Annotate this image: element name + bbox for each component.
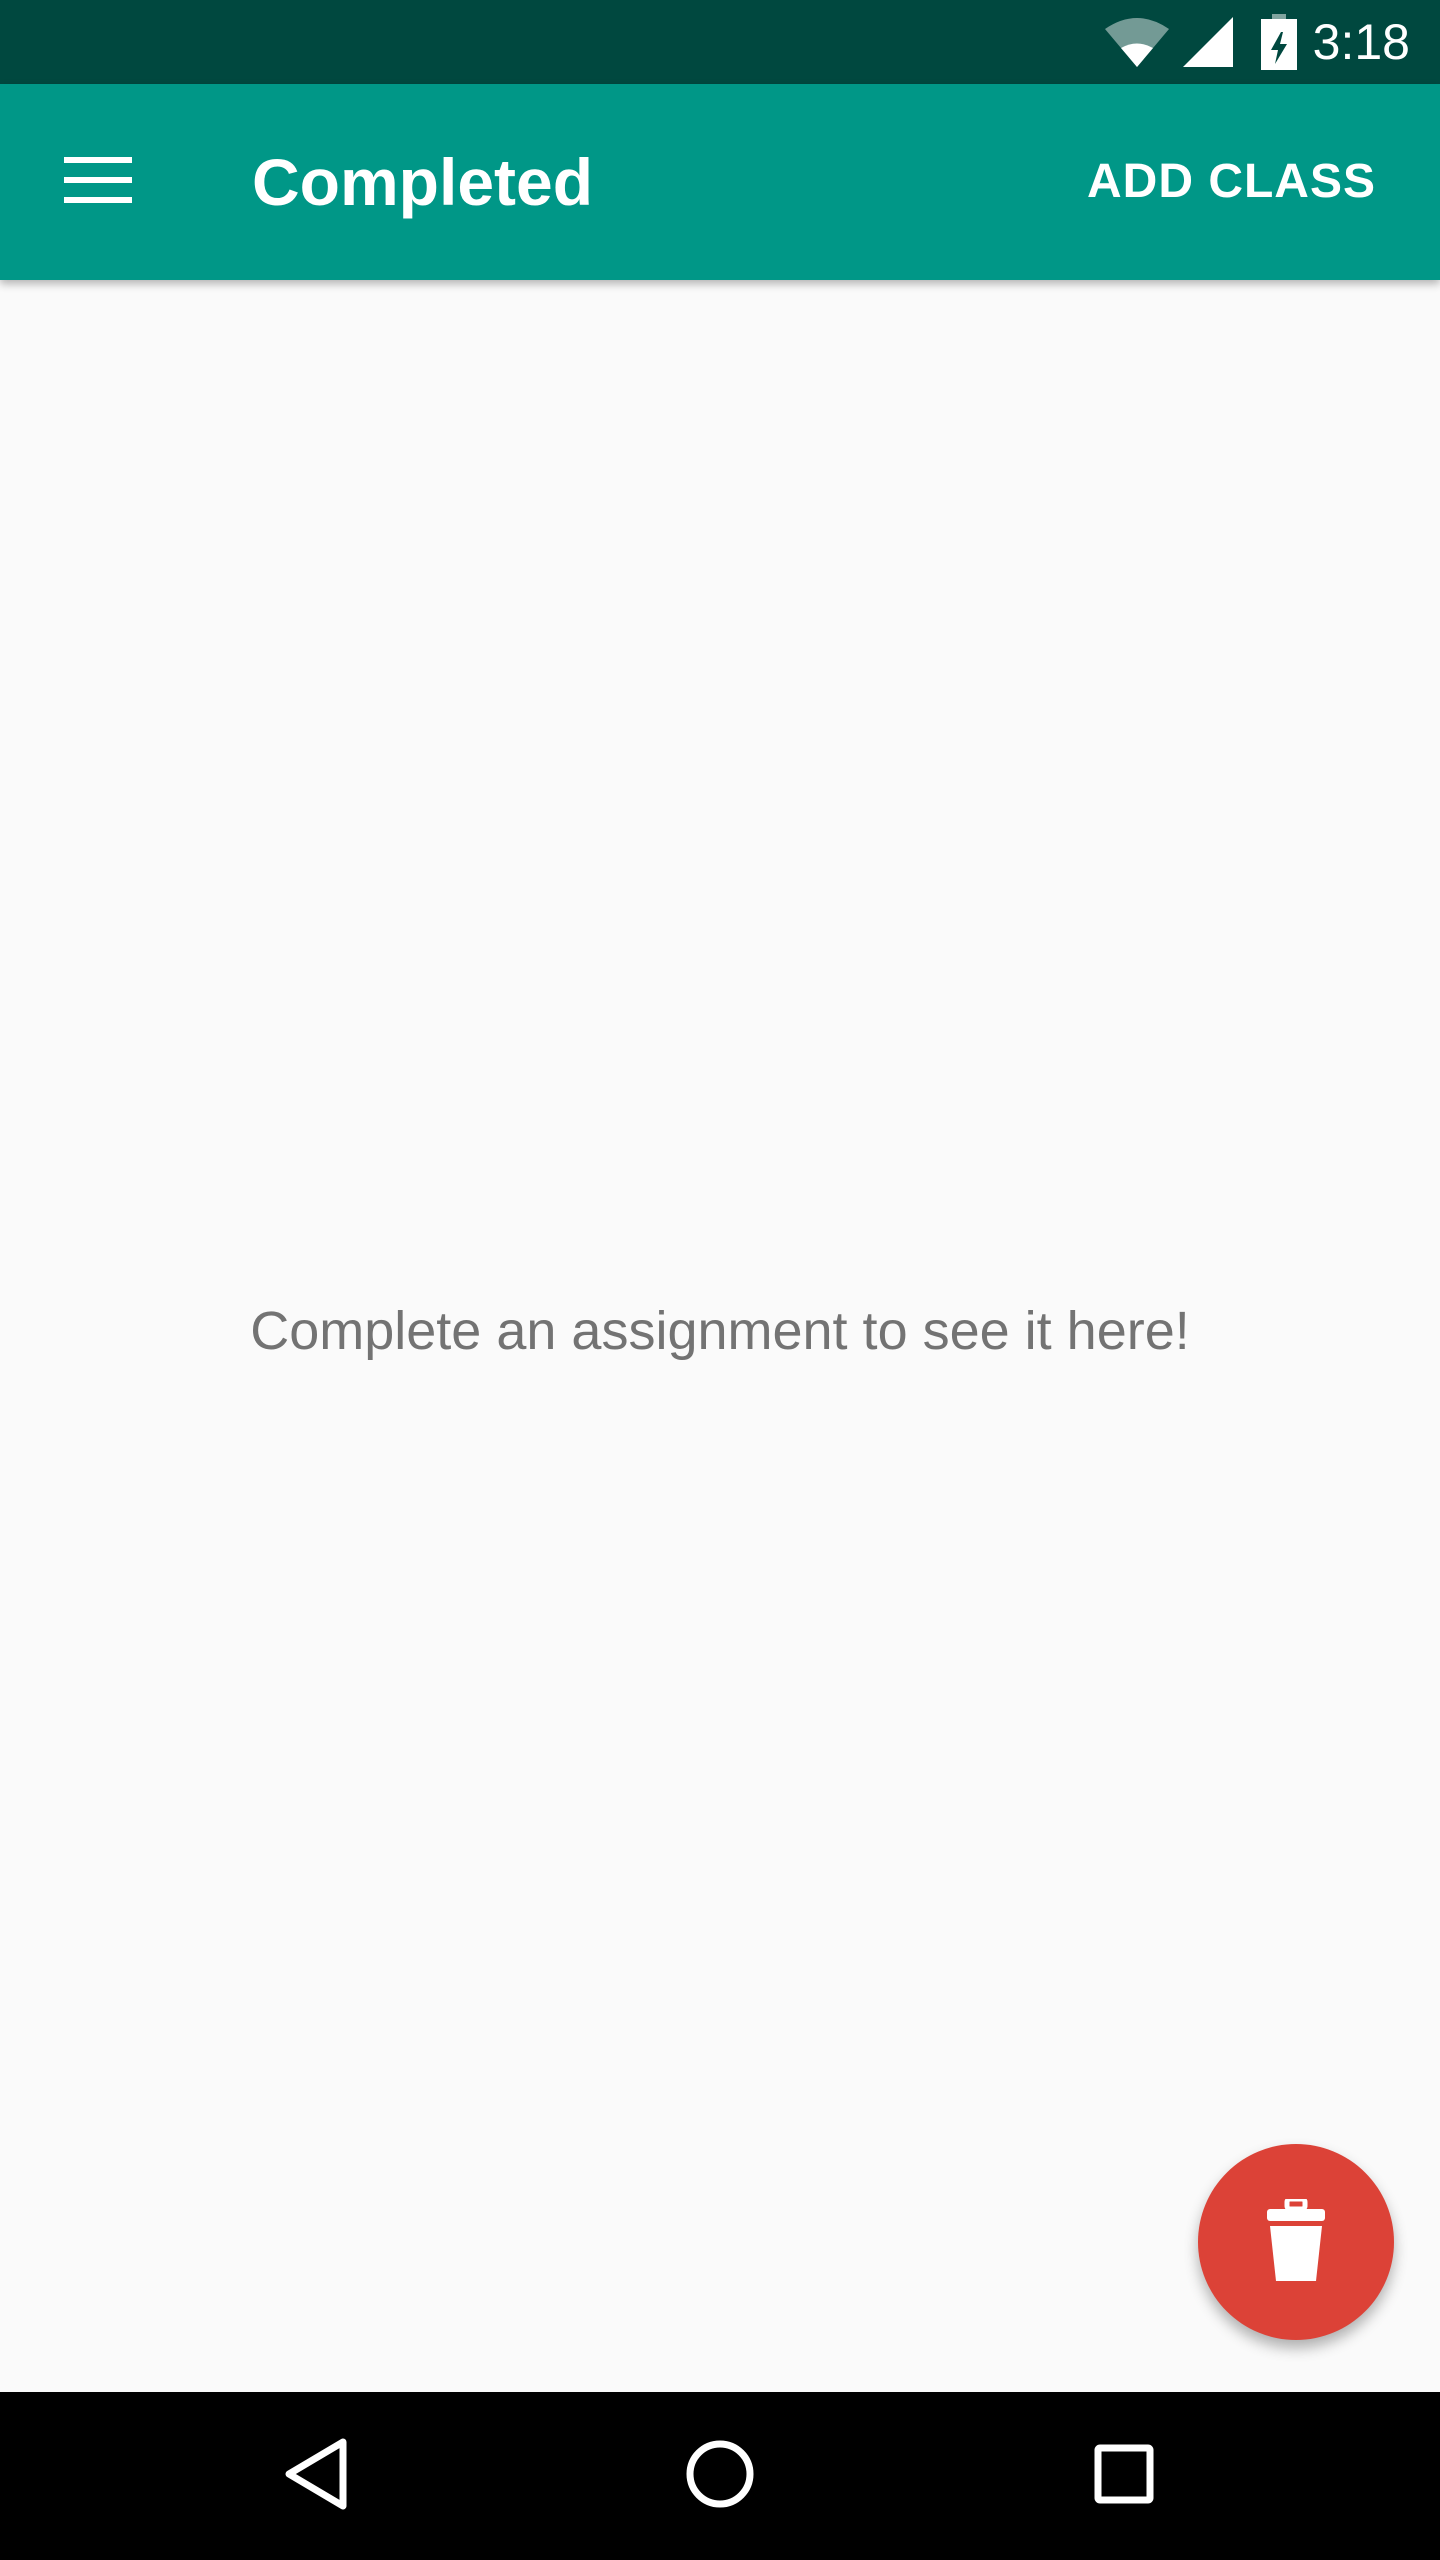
navigation-bar [0, 2392, 1440, 2560]
status-bar: 3:18 [0, 0, 1440, 84]
recents-button[interactable] [1074, 2426, 1174, 2526]
empty-state-message: Complete an assignment to see it here! [250, 1301, 1190, 1361]
app-bar: Completed ADD CLASS [0, 84, 1440, 280]
delete-fab[interactable] [1198, 2144, 1394, 2340]
recents-icon [1094, 2444, 1154, 2509]
signal-icon [1181, 15, 1235, 69]
back-button[interactable] [266, 2426, 366, 2526]
add-class-button[interactable]: ADD CLASS [1087, 84, 1376, 280]
wifi-icon [1103, 15, 1171, 69]
home-icon [685, 2439, 755, 2514]
page-title: Completed [252, 145, 594, 219]
battery-charging-icon [1260, 14, 1297, 70]
home-button[interactable] [670, 2426, 770, 2526]
trash-icon [1267, 2196, 1325, 2286]
menu-icon [64, 155, 132, 210]
back-icon [283, 2437, 349, 2516]
menu-button[interactable] [40, 132, 156, 232]
status-time: 3:18 [1312, 14, 1410, 70]
status-icons: 3:18 [1103, 0, 1410, 84]
